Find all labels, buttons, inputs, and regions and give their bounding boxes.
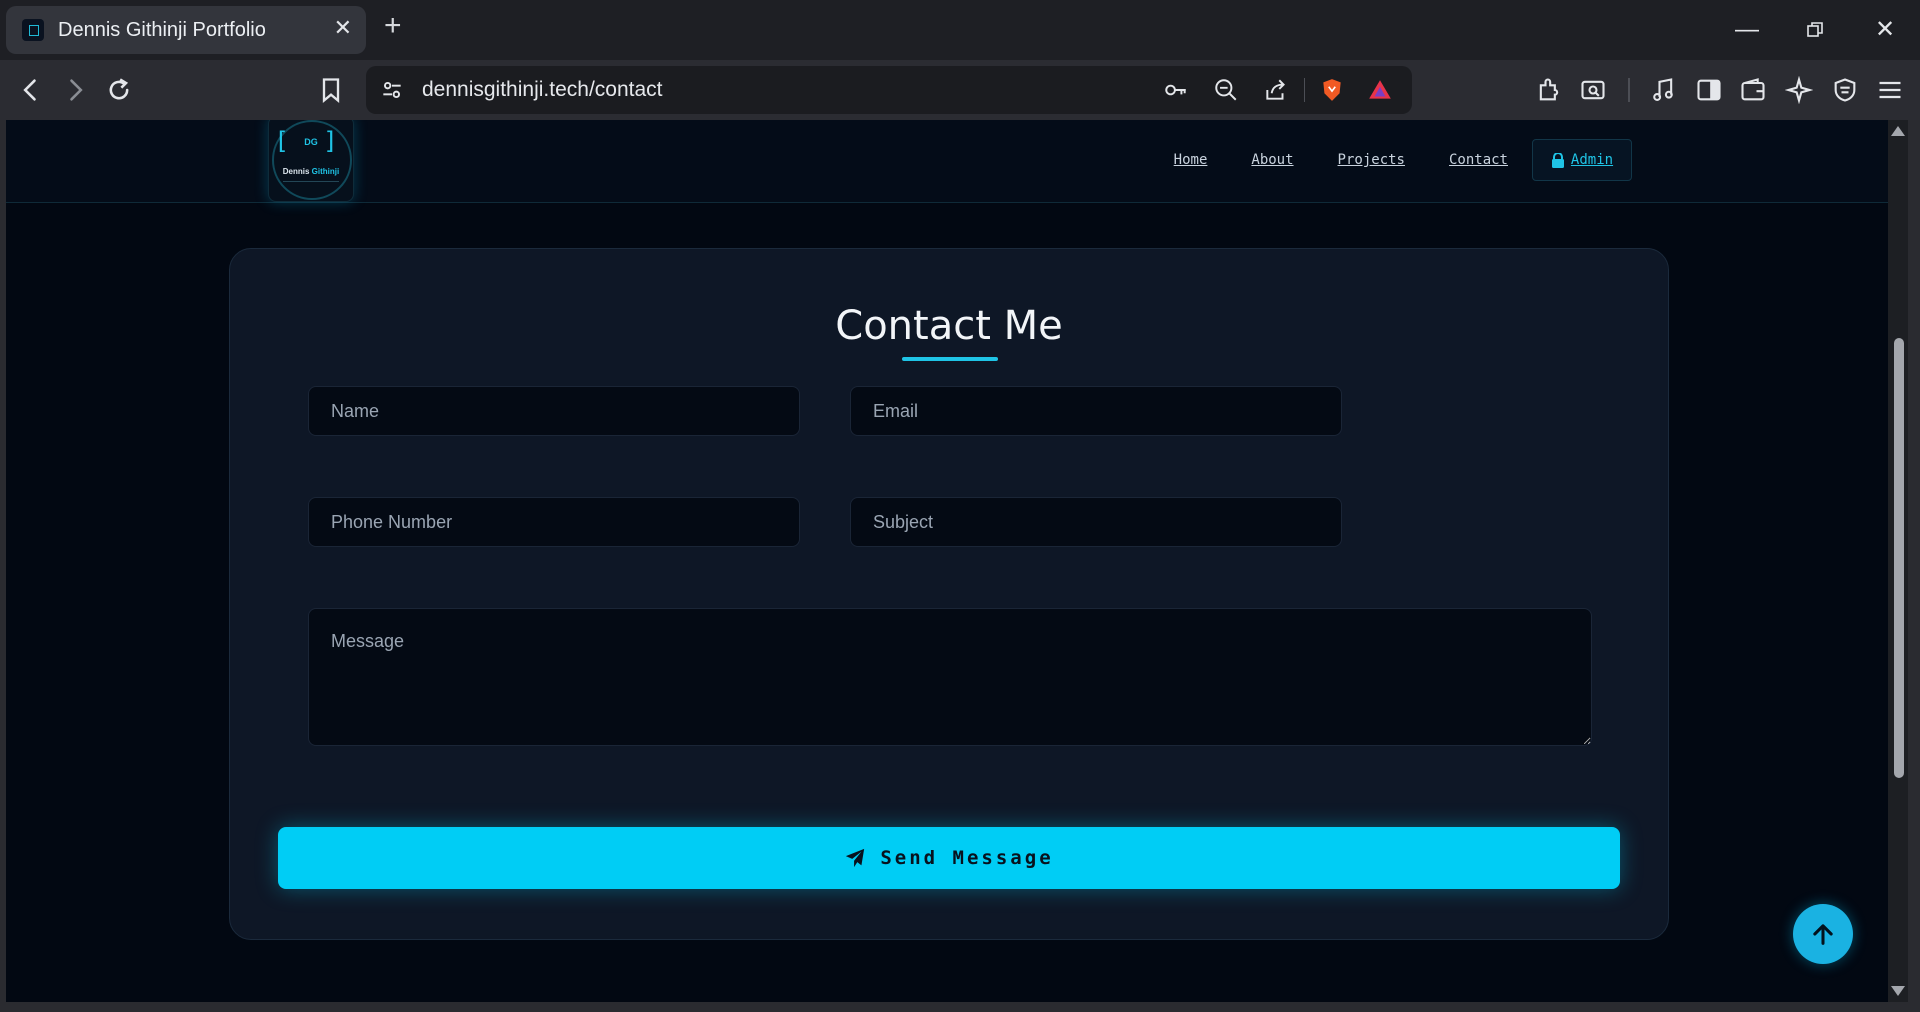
contact-card: Contact Me Send Message	[229, 248, 1669, 940]
browser-tab[interactable]: Dennis Githinji Portfolio ✕	[6, 6, 366, 54]
logo-initials: DG	[304, 137, 318, 147]
site-logo[interactable]: [ ] DG Dennis Githinji	[268, 120, 354, 202]
extensions-icon[interactable]	[1534, 75, 1564, 105]
reader-mode-icon[interactable]	[1578, 75, 1608, 105]
browser-frame-bottom	[0, 1002, 1920, 1012]
restore-window-icon[interactable]	[1795, 12, 1835, 48]
logo-divider	[283, 181, 339, 182]
email-input[interactable]	[850, 386, 1342, 436]
minimize-window-icon[interactable]: —	[1727, 12, 1767, 48]
send-message-button[interactable]: Send Message	[278, 827, 1620, 889]
media-music-icon[interactable]	[1648, 75, 1678, 105]
password-key-icon[interactable]	[1162, 76, 1190, 104]
back-icon[interactable]	[16, 75, 46, 105]
subject-input[interactable]	[850, 497, 1342, 547]
wallet-icon[interactable]	[1738, 75, 1768, 105]
url-text: dennisgithinji.tech/contact	[422, 78, 663, 101]
toolbar-divider	[1628, 78, 1630, 102]
scrollbar-thumb[interactable]	[1894, 338, 1904, 778]
contact-title: Contact Me	[835, 303, 1063, 349]
title-underline	[902, 357, 998, 361]
browser-frame-right	[1908, 120, 1920, 1002]
nav-contact-link[interactable]: Contact	[1449, 152, 1508, 168]
page-scrollbar[interactable]	[1888, 120, 1908, 1002]
send-message-label: Send Message	[880, 847, 1054, 869]
leo-ai-icon[interactable]	[1784, 75, 1814, 105]
arrow-up-icon	[1813, 924, 1833, 945]
main-nav: Home About Projects Contact Admin	[1130, 139, 1632, 181]
page-viewport: [ ] DG Dennis Githinji Home About Projec…	[6, 120, 1894, 1002]
nav-home-link[interactable]: Home	[1174, 152, 1208, 168]
vpn-shield-icon[interactable]	[1830, 75, 1860, 105]
tab-title: Dennis Githinji Portfolio	[58, 19, 266, 41]
logo-last-name: Githinji	[311, 167, 340, 176]
zoom-out-icon[interactable]	[1212, 76, 1240, 104]
site-settings-icon[interactable]	[378, 76, 406, 104]
logo-name: Dennis Githinji	[269, 167, 353, 176]
brave-shields-icon[interactable]	[1318, 76, 1346, 104]
share-icon[interactable]	[1262, 76, 1290, 104]
reload-icon[interactable]	[104, 75, 134, 105]
brave-rewards-icon[interactable]	[1366, 76, 1394, 104]
nav-projects-link[interactable]: Projects	[1338, 152, 1405, 168]
close-tab-icon[interactable]: ✕	[334, 15, 352, 41]
lock-icon	[1551, 152, 1564, 168]
forward-icon[interactable]	[60, 75, 90, 105]
bookmark-icon[interactable]	[316, 75, 346, 105]
paper-plane-icon	[846, 848, 865, 868]
address-bar[interactable]: dennisgithinji.tech/contact	[366, 66, 1412, 114]
phone-input[interactable]	[308, 497, 800, 547]
scroll-to-top-button[interactable]	[1793, 904, 1853, 964]
message-textarea[interactable]	[308, 608, 1592, 746]
new-tab-button[interactable]: +	[384, 11, 402, 41]
site-navbar: [ ] DG Dennis Githinji Home About Projec…	[6, 120, 1894, 203]
logo-first-name: Dennis	[282, 167, 310, 176]
address-bar-divider	[1304, 78, 1305, 102]
scroll-down-arrow-icon[interactable]	[1891, 986, 1905, 996]
site-favicon-icon	[22, 19, 44, 41]
browser-tab-strip: Dennis Githinji Portfolio ✕ + — ✕	[0, 0, 1920, 60]
name-input[interactable]	[308, 386, 800, 436]
admin-label: Admin	[1570, 152, 1614, 168]
close-window-icon[interactable]: ✕	[1865, 12, 1905, 48]
scroll-up-arrow-icon[interactable]	[1891, 126, 1905, 136]
nav-about-link[interactable]: About	[1251, 152, 1293, 168]
admin-button[interactable]: Admin	[1532, 139, 1632, 181]
menu-hamburger-icon[interactable]	[1875, 75, 1905, 105]
sidebar-toggle-icon[interactable]	[1694, 75, 1724, 105]
